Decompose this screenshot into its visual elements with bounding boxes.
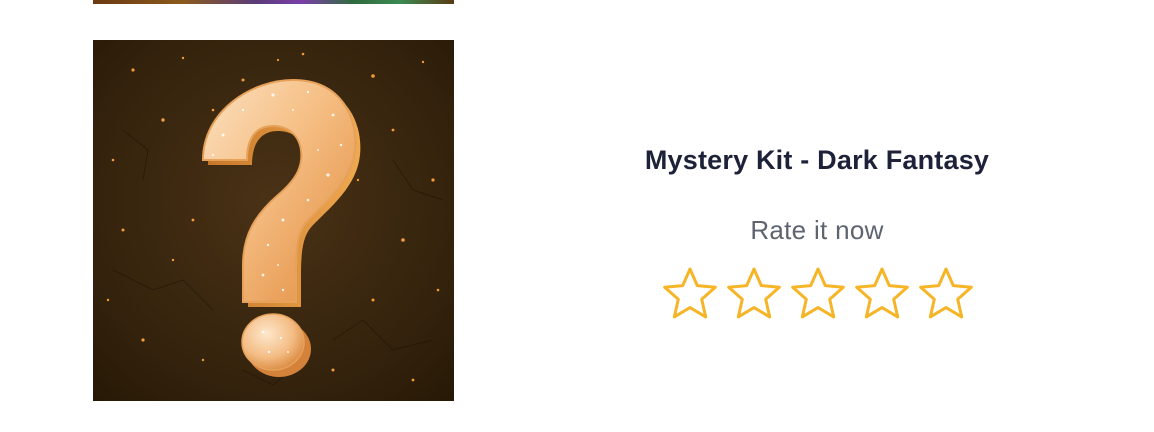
rate-label: Rate it now (750, 215, 884, 245)
star-2-icon[interactable] (725, 266, 783, 320)
question-mark-icon (93, 40, 454, 401)
star-1-icon[interactable] (661, 266, 719, 320)
product-image[interactable] (93, 40, 454, 401)
star-rating (562, 266, 1074, 320)
previous-item-image-edge (93, 0, 454, 4)
product-info: Mystery Kit - Dark Fantasy Rate it now (560, 140, 1074, 320)
star-5-icon[interactable] (917, 266, 975, 320)
star-4-icon[interactable] (853, 266, 911, 320)
product-title: Mystery Kit - Dark Fantasy (644, 145, 990, 175)
star-3-icon[interactable] (789, 266, 847, 320)
